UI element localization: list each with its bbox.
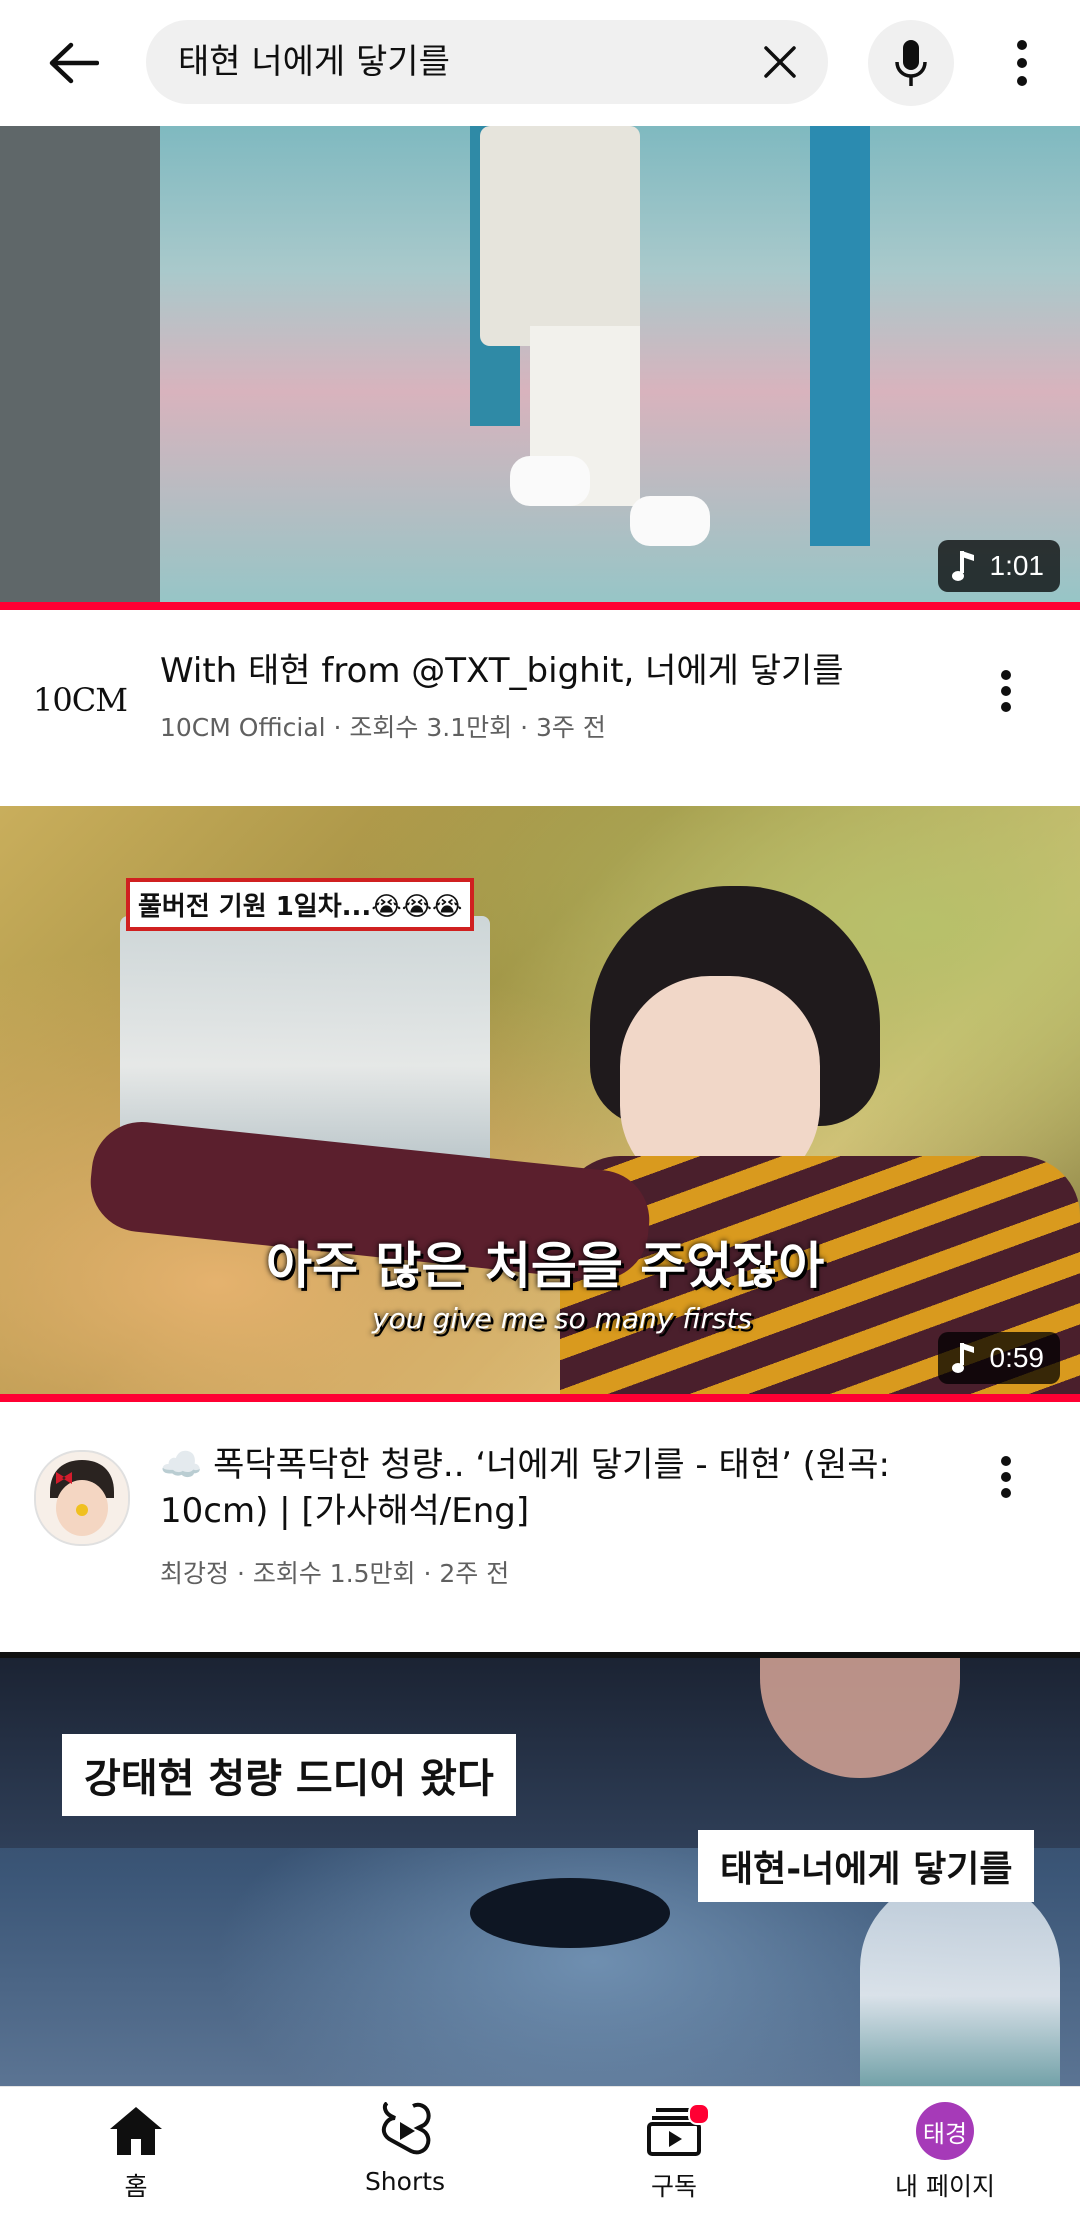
watch-progress-bar bbox=[0, 1394, 1080, 1402]
nav-subscriptions-label: 구독 bbox=[650, 2172, 697, 2201]
nav-home-label: 홈 bbox=[124, 2172, 148, 2201]
video-title[interactable]: With 태현 from @TXT_bighit, 너에게 닿기를 bbox=[160, 648, 980, 694]
thumbnail-shoe bbox=[630, 496, 710, 546]
more-vertical-icon bbox=[1017, 40, 1027, 86]
thumbnail-pole-right bbox=[810, 126, 870, 546]
voice-search-button[interactable] bbox=[868, 20, 954, 106]
video-meta: 최강정 · 조회수 1.5만회 · 2주 전 bbox=[160, 1559, 510, 1588]
arrow-left-icon bbox=[49, 42, 99, 84]
thumbnail-tag: 풀버전 기원 1일차...😭😭😭 bbox=[126, 878, 475, 931]
microphone-icon bbox=[895, 40, 927, 86]
close-icon bbox=[764, 46, 796, 78]
nav-profile[interactable]: 태경 내 페이지 bbox=[845, 2087, 1045, 2213]
duration-text: 0:59 bbox=[989, 1342, 1045, 1373]
video-thumbnail[interactable]: 강태현 청량 드디어 왔다 태현-너에게 닿기를 bbox=[0, 1652, 1080, 2092]
video-menu-button[interactable] bbox=[976, 656, 1036, 726]
nav-subscriptions[interactable]: 구독 bbox=[574, 2087, 774, 2213]
more-vertical-icon bbox=[1001, 1456, 1011, 1498]
video-info[interactable]: 10CM With 태현 from @TXT_bighit, 너에게 닿기를 1… bbox=[0, 610, 1080, 806]
search-query: 태현 너에게 닿기를 bbox=[178, 42, 450, 82]
search-header: 태현 너에게 닿기를 bbox=[0, 0, 1080, 126]
video-info[interactable]: ☁️ 폭닥폭닥한 청량.. ‘너에게 닿기를 - 태현’ (원곡: 10cm) … bbox=[0, 1402, 1080, 1652]
person-avatar-icon bbox=[36, 1452, 128, 1544]
channel-avatar[interactable] bbox=[34, 1450, 130, 1546]
thumbnail-subtitle-korean: 아주 많은 처음을 주었잖아 bbox=[266, 1237, 825, 1295]
video-menu-button[interactable] bbox=[976, 1442, 1036, 1512]
duration-text: 1:01 bbox=[989, 550, 1045, 581]
thumbnail-subtitle-english: you give me so many firsts bbox=[372, 1302, 753, 1335]
video-title[interactable]: ☁️ 폭닥폭닥한 청량.. ‘너에게 닿기를 - 태현’ (원곡: 10cm) … bbox=[160, 1442, 980, 1534]
video-thumbnail[interactable]: 풀버전 기원 1일차...😭😭😭 아주 많은 처음을 주었잖아 you give… bbox=[0, 806, 1080, 1402]
bottom-navigation: 홈 Shorts 구독 태경 내 페이지 bbox=[0, 2086, 1080, 2213]
music-note-icon bbox=[951, 1343, 974, 1373]
home-icon bbox=[108, 2101, 164, 2161]
channel-logo-text: 10CM bbox=[33, 681, 128, 719]
clear-search-button[interactable] bbox=[752, 34, 808, 90]
back-button[interactable] bbox=[28, 22, 118, 104]
profile-avatar: 태경 bbox=[916, 2101, 974, 2161]
duration-badge: 1:01 bbox=[937, 540, 1060, 592]
more-vertical-icon bbox=[1001, 670, 1011, 712]
nav-shorts[interactable]: Shorts bbox=[305, 2087, 505, 2213]
thumbnail-eye bbox=[470, 1878, 670, 1948]
music-note-icon bbox=[951, 551, 974, 581]
thumbnail-figure-shorts bbox=[480, 126, 640, 346]
channel-avatar[interactable]: 10CM bbox=[33, 656, 128, 744]
notification-dot bbox=[688, 2103, 710, 2125]
thumbnail-shoe bbox=[510, 456, 590, 506]
subscriptions-icon bbox=[646, 2101, 710, 2161]
video-meta: 10CM Official · 조회수 3.1만회 · 3주 전 bbox=[160, 713, 606, 742]
more-options-button[interactable] bbox=[990, 22, 1054, 104]
thumbnail-caption-left: 강태현 청량 드디어 왔다 bbox=[62, 1734, 516, 1816]
avatar-initials: 태경 bbox=[916, 2102, 974, 2160]
thumbnail-inset-singer bbox=[860, 1878, 1060, 2092]
duration-badge: 0:59 bbox=[937, 1332, 1060, 1384]
shorts-icon bbox=[379, 2101, 431, 2161]
video-thumbnail[interactable]: 1:01 bbox=[0, 126, 1080, 610]
nav-home[interactable]: 홈 bbox=[36, 2087, 236, 2213]
watch-progress-bar bbox=[0, 602, 1080, 610]
nav-shorts-label: Shorts bbox=[364, 2167, 446, 2196]
nav-profile-label: 내 페이지 bbox=[895, 2172, 995, 2201]
thumbnail-caption-right: 태현-너에게 닿기를 bbox=[698, 1830, 1035, 1902]
search-input[interactable]: 태현 너에게 닿기를 bbox=[146, 20, 828, 104]
